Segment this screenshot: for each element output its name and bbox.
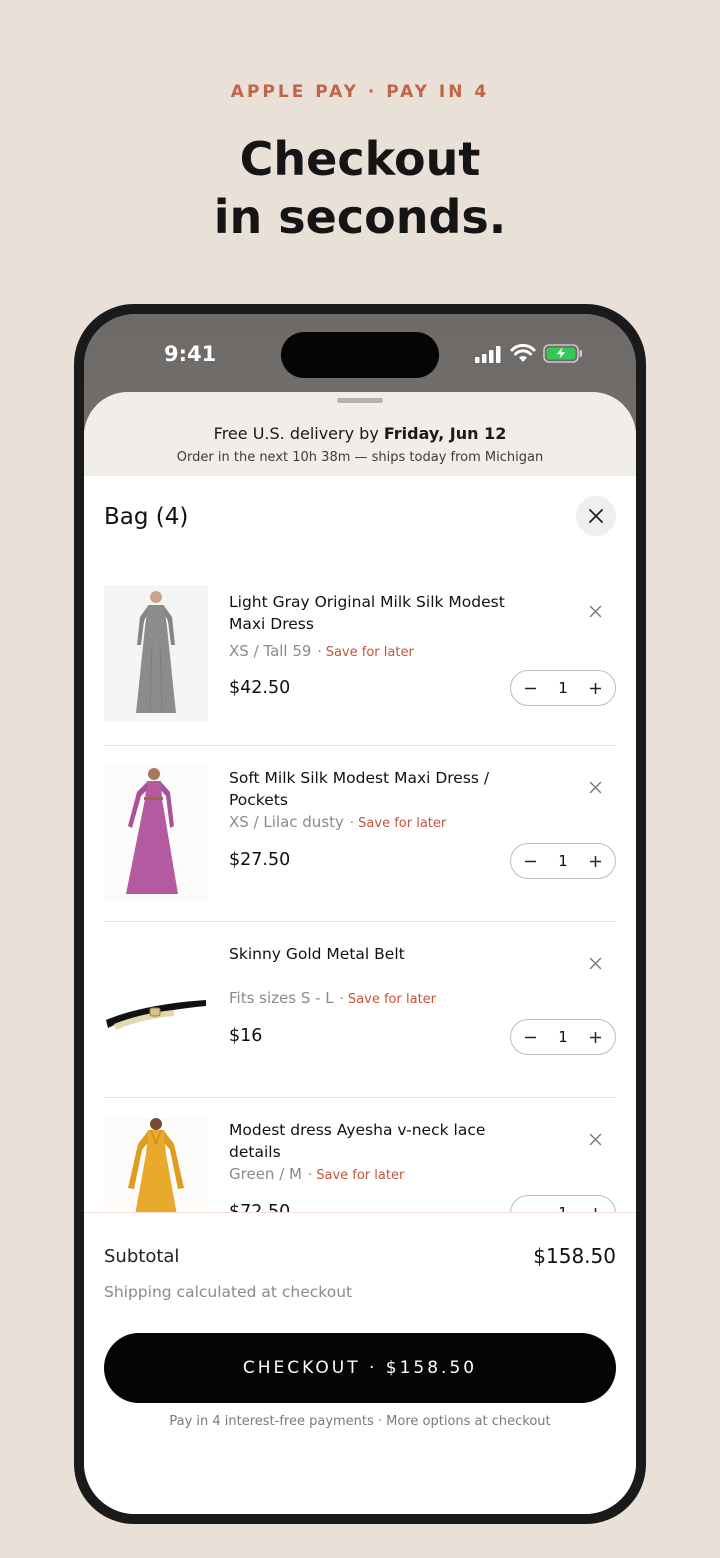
delivery-banner: Free U.S. delivery by Friday, Jun 12 Ord… bbox=[84, 392, 636, 476]
status-icons bbox=[475, 344, 583, 363]
list-item: Skinny Gold Metal Belt Fits sizes S - L ·… bbox=[104, 922, 616, 1098]
bag-header: Bag (4) bbox=[104, 496, 616, 538]
delivery-prefix: Free U.S. delivery by bbox=[213, 424, 384, 443]
item-name[interactable]: Modest dress Ayesha v-neck lace details bbox=[229, 1119, 529, 1163]
save-for-later-link[interactable]: · Save for later bbox=[317, 645, 413, 660]
close-icon bbox=[589, 509, 603, 523]
save-for-later-link[interactable]: · Save for later bbox=[308, 1168, 404, 1183]
list-item: Modest dress Ayesha v-neck lace details … bbox=[104, 1098, 616, 1212]
subtotal-label: Subtotal bbox=[104, 1246, 180, 1267]
quantity-stepper: 1 bbox=[510, 1019, 616, 1055]
product-image-gold-belt[interactable] bbox=[104, 942, 208, 1078]
list-item: Soft Milk Silk Modest Maxi Dress / Pocke… bbox=[104, 746, 616, 922]
quantity-value: 1 bbox=[558, 1204, 568, 1212]
remove-item-button[interactable] bbox=[584, 776, 606, 798]
phone-frame: 9:41 Free U.S. delivery by Friday, Jun 1… bbox=[74, 304, 646, 1524]
variant-text: Green / M bbox=[229, 1165, 302, 1183]
minus-icon bbox=[524, 1036, 536, 1038]
dynamic-island bbox=[281, 332, 439, 378]
item-name[interactable]: Light Gray Original Milk Silk Modest Max… bbox=[229, 591, 529, 635]
headline-line-2: in seconds. bbox=[213, 190, 507, 244]
decrease-quantity-button[interactable] bbox=[521, 1204, 539, 1212]
variant-text: XS / Lilac dusty bbox=[229, 813, 344, 831]
save-for-later-link[interactable]: · Save for later bbox=[340, 992, 436, 1007]
decrease-quantity-button[interactable] bbox=[521, 852, 539, 870]
product-image-mustard-dress[interactable] bbox=[104, 1118, 208, 1212]
phone-screen: 9:41 Free U.S. delivery by Friday, Jun 1… bbox=[84, 314, 636, 1514]
item-price: $42.50 bbox=[229, 678, 291, 698]
close-icon bbox=[589, 781, 601, 793]
close-button[interactable] bbox=[576, 496, 616, 536]
save-for-later-link[interactable]: · Save for later bbox=[350, 816, 446, 831]
checkout-button[interactable]: CHECKOUT · $158.50 bbox=[104, 1333, 616, 1403]
status-time: 9:41 bbox=[164, 342, 217, 366]
cellular-signal-icon bbox=[475, 345, 501, 363]
promo-headline: Checkout in seconds. bbox=[0, 130, 720, 246]
item-variant: XS / Tall 59 · Save for later bbox=[229, 642, 414, 660]
item-price: $27.50 bbox=[229, 850, 291, 870]
close-icon bbox=[589, 957, 601, 969]
item-variant: Fits sizes S - L · Save for later bbox=[229, 989, 436, 1007]
quantity-stepper: 1 bbox=[510, 843, 616, 879]
quantity-stepper: 1 bbox=[510, 670, 616, 706]
product-image-gray-dress[interactable] bbox=[104, 585, 208, 721]
status-bar: 9:41 bbox=[84, 314, 636, 394]
item-variant: Green / M · Save for later bbox=[229, 1165, 404, 1183]
decrease-quantity-button[interactable] bbox=[521, 679, 539, 697]
increase-quantity-button[interactable] bbox=[587, 1028, 605, 1046]
quantity-value: 1 bbox=[558, 852, 568, 870]
shipping-note: Shipping calculated at checkout bbox=[104, 1283, 353, 1301]
minus-icon bbox=[524, 687, 536, 689]
increase-quantity-button[interactable] bbox=[587, 679, 605, 697]
variant-text: XS / Tall 59 bbox=[229, 642, 312, 660]
increase-quantity-button[interactable] bbox=[587, 1204, 605, 1212]
item-price: $16 bbox=[229, 1026, 263, 1046]
promo-eyebrow: APPLE PAY · PAY IN 4 bbox=[230, 82, 490, 102]
item-name[interactable]: Skinny Gold Metal Belt bbox=[229, 943, 529, 965]
item-price: $72.50 bbox=[229, 1202, 291, 1212]
product-image-lilac-dress[interactable] bbox=[104, 766, 208, 902]
bag-items-list: Light Gray Original Milk Silk Modest Max… bbox=[104, 570, 616, 1212]
plus-icon bbox=[590, 855, 602, 867]
close-icon bbox=[589, 1133, 601, 1145]
quantity-value: 1 bbox=[558, 679, 568, 697]
quantity-stepper: 1 bbox=[510, 1195, 616, 1212]
remove-item-button[interactable] bbox=[584, 1128, 606, 1150]
item-variant: XS / Lilac dusty · Save for later bbox=[229, 813, 446, 831]
sheet-grabber[interactable] bbox=[337, 398, 383, 403]
bag-title: Bag (4) bbox=[104, 504, 189, 530]
headline-line-1: Checkout bbox=[239, 132, 481, 186]
plus-icon bbox=[590, 682, 602, 694]
increase-quantity-button[interactable] bbox=[587, 852, 605, 870]
remove-item-button[interactable] bbox=[584, 600, 606, 622]
wifi-icon bbox=[510, 344, 536, 362]
item-name[interactable]: Soft Milk Silk Modest Maxi Dress / Pocke… bbox=[229, 767, 529, 811]
list-item: Light Gray Original Milk Silk Modest Max… bbox=[104, 570, 616, 746]
remove-item-button[interactable] bbox=[584, 952, 606, 974]
minus-icon bbox=[524, 860, 536, 862]
delivery-date: Friday, Jun 12 bbox=[383, 424, 507, 443]
variant-text: Fits sizes S - L bbox=[229, 989, 334, 1007]
bag-sheet: Free U.S. delivery by Friday, Jun 12 Ord… bbox=[84, 392, 636, 1514]
order-summary: Subtotal $158.50 Shipping calculated at … bbox=[84, 1212, 636, 1514]
decrease-quantity-button[interactable] bbox=[521, 1028, 539, 1046]
subtotal-value: $158.50 bbox=[533, 1244, 616, 1268]
quantity-value: 1 bbox=[558, 1028, 568, 1046]
plus-icon bbox=[590, 1031, 602, 1043]
pay-in-4-note: Pay in 4 interest-free payments · More o… bbox=[169, 1414, 551, 1429]
delivery-headline: Free U.S. delivery by Friday, Jun 12 bbox=[84, 424, 636, 443]
battery-charging-icon bbox=[543, 344, 582, 363]
close-icon bbox=[589, 605, 601, 617]
delivery-subtext: Order in the next 10h 38m — ships today … bbox=[176, 450, 544, 465]
